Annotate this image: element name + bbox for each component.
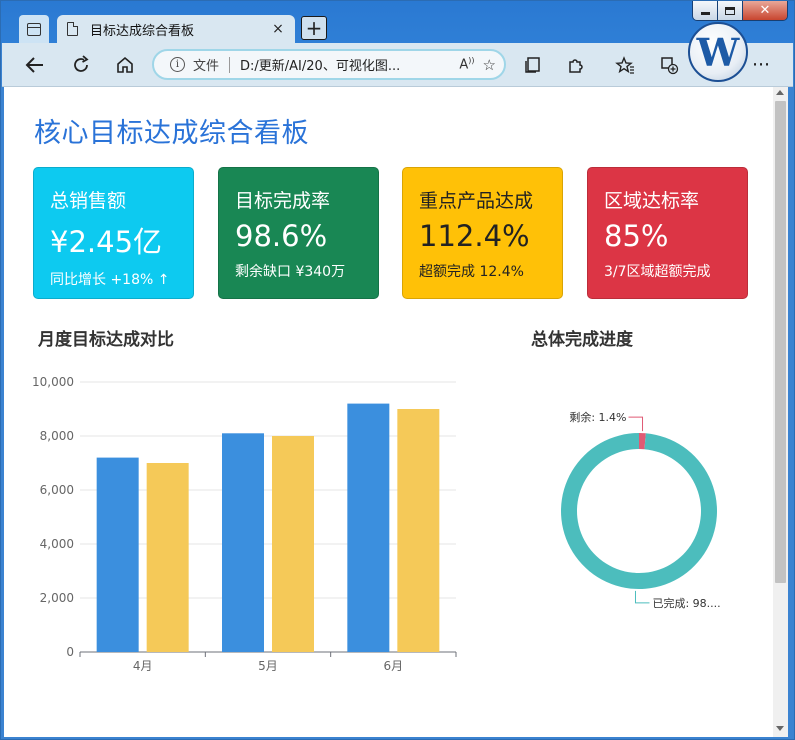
kpi-title: 总销售额 [50, 190, 127, 212]
kpi-card-total-sales: 总销售额 ¥2.45亿 同比增长 +18% ↑ [33, 167, 194, 299]
maximize-icon [725, 6, 735, 15]
y-tick-label: 2,000 [40, 591, 74, 605]
bar-5月-series-2 [272, 436, 314, 652]
vertical-scrollbar[interactable] [773, 87, 788, 737]
kpi-value: 98.6% [235, 219, 328, 253]
bar-4月-series-2 [146, 463, 189, 652]
kpi-card-completion-rate: 目标完成率 98.6% 剩余缺口 ¥340万 [218, 167, 379, 299]
address-separator [229, 56, 231, 73]
address-protocol: 文件 [193, 59, 220, 74]
minimize-icon [700, 12, 710, 15]
kpi-card-region-rate: 区域达标率 85% 3/7区域超额完成 [587, 167, 748, 299]
refresh-icon[interactable] [68, 52, 94, 78]
browser-window: 目标达成综合看板 × + ✕ i 文件 D:/更新/AI/20、可视化图... … [0, 0, 795, 740]
y-tick-label: 4,000 [40, 537, 74, 551]
kpi-value: ¥2.45亿 [50, 225, 163, 259]
close-tab-icon[interactable]: × [271, 21, 285, 37]
collections-icon[interactable] [520, 52, 546, 78]
kpi-title: 区域达标率 [604, 190, 700, 212]
pie-chart-title: 总体完成进度 [531, 330, 633, 350]
new-tab-button[interactable]: + [301, 16, 327, 40]
scroll-up-icon[interactable] [776, 90, 784, 95]
address-bar[interactable]: i 文件 D:/更新/AI/20、可视化图... A)) ☆ [152, 49, 506, 80]
window-controls: ✕ [692, 1, 788, 21]
donut-slice-2 [561, 433, 717, 589]
donut-chart: 剩余: 1.4% 已完成: 98.... [561, 410, 721, 610]
kpi-title: 目标完成率 [235, 190, 331, 212]
x-tick-label: 6月 [384, 659, 404, 673]
extensions-icon[interactable] [563, 52, 589, 78]
minimize-button[interactable] [693, 1, 718, 20]
scroll-down-icon[interactable] [776, 726, 784, 731]
bar-4月-series-1 [96, 457, 139, 652]
donut-label-line [634, 590, 650, 604]
x-tick-label: 5月 [258, 659, 278, 673]
kpi-card-key-product: 重点产品达成 112.4% 超额完成 12.4% [402, 167, 563, 299]
active-tab[interactable]: 目标达成综合看板 × [57, 15, 295, 43]
bar-chart: 0 2,000 4,000 6,000 8,000 10,000 4月 5月 6月 [32, 375, 457, 673]
page-title: 核心目标达成综合看板 [34, 118, 309, 149]
kpi-title: 重点产品达成 [419, 190, 534, 212]
navigation-toolbar: i 文件 D:/更新/AI/20、可视化图... A)) ☆ W ··· [2, 22, 793, 87]
kpi-value: 112.4% [419, 219, 530, 253]
donut-label: 已完成: 98.... [652, 596, 720, 610]
tab-actions-button[interactable] [19, 15, 49, 43]
bar-5月-series-1 [222, 433, 264, 652]
home-icon[interactable] [112, 52, 138, 78]
favorites-icon[interactable] [612, 52, 638, 78]
back-arrow-icon[interactable] [22, 52, 48, 78]
donut-label-line [628, 416, 644, 432]
y-tick-label: 0 [66, 645, 74, 659]
y-tick-label: 8,000 [40, 429, 74, 443]
wps-logo-icon: W [688, 22, 748, 82]
bar-chart-title: 月度目标达成对比 [38, 330, 174, 350]
bar-6月-series-2 [397, 409, 440, 652]
page-content: 核心目标达成综合看板 总销售额 ¥2.45亿 同比增长 +18% ↑ 目标完成率… [4, 87, 788, 737]
read-aloud-icon[interactable]: A)) [459, 56, 474, 72]
scrollbar-thumb[interactable] [775, 101, 786, 583]
add-collection-icon[interactable] [656, 52, 682, 78]
title-bar: 目标达成综合看板 × + ✕ [1, 1, 794, 43]
x-tick-label: 4月 [133, 659, 153, 673]
kpi-subtext: 超额完成 12.4% [419, 264, 524, 280]
close-window-button[interactable]: ✕ [743, 1, 787, 20]
y-tick-label: 10,000 [32, 375, 74, 389]
kpi-subtext: 同比增长 +18% ↑ [50, 272, 170, 288]
bar-6月-series-1 [347, 403, 390, 652]
add-favorite-icon[interactable]: ☆ [483, 56, 496, 74]
more-menu-icon[interactable]: ··· [748, 52, 774, 78]
kpi-value: 85% [604, 219, 669, 253]
maximize-button[interactable] [718, 1, 743, 20]
address-url[interactable]: D:/更新/AI/20、可视化图... [240, 55, 451, 74]
tab-title: 目标达成综合看板 [90, 23, 195, 39]
kpi-subtext: 剩余缺口 ¥340万 [235, 264, 346, 280]
donut-label: 剩余: 1.4% [569, 410, 626, 424]
tab-actions-icon [27, 22, 41, 36]
kpi-subtext: 3/7区域超额完成 [604, 264, 711, 280]
info-icon[interactable]: i [170, 57, 185, 72]
page-icon [67, 22, 78, 36]
y-tick-label: 6,000 [40, 483, 74, 497]
